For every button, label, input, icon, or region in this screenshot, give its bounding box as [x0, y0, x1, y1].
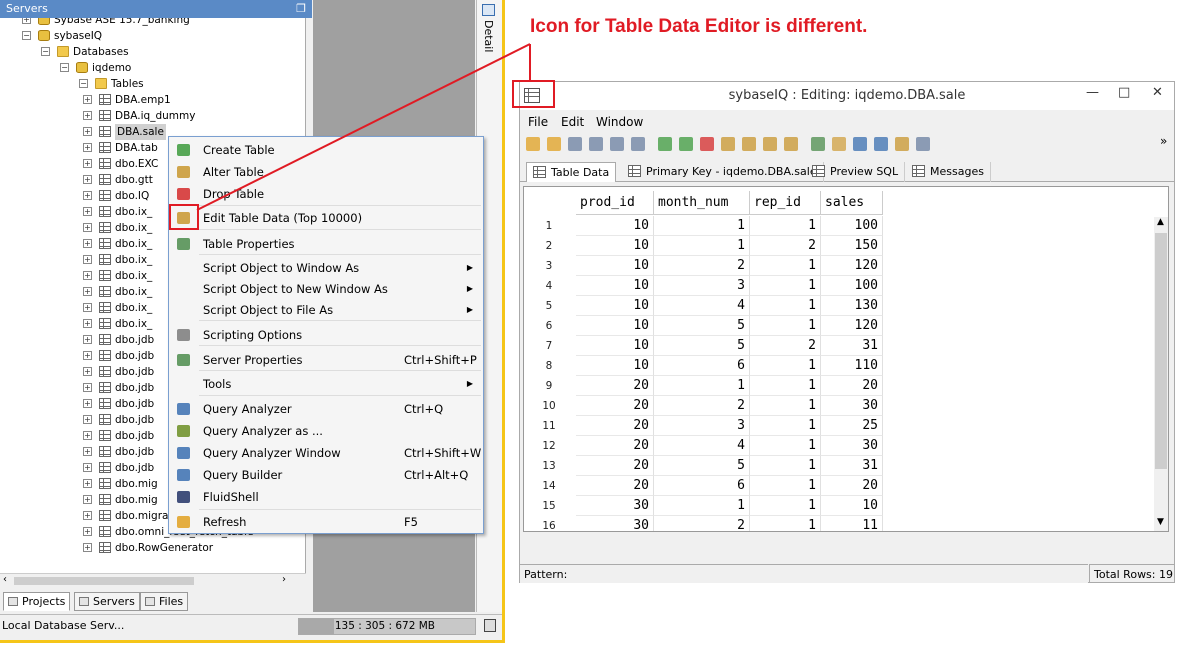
annotation-lines: [196, 43, 531, 211]
annotation-line-menu: [196, 43, 531, 211]
